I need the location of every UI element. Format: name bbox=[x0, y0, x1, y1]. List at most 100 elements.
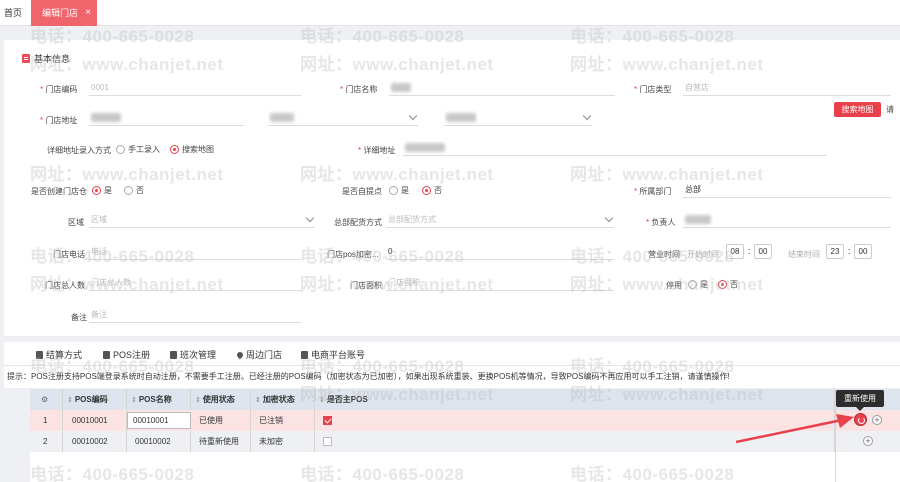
arrow-head bbox=[836, 414, 854, 428]
start-minute-input[interactable]: 00 bbox=[754, 244, 772, 259]
tab-settlement-label: 结算方式 bbox=[46, 350, 83, 360]
tab-edit-store[interactable]: 编辑门店 × bbox=[31, 0, 97, 26]
delivery-select[interactable]: 总部配货方式 bbox=[386, 212, 614, 228]
time-colon: : bbox=[848, 246, 851, 256]
area-label: 门店面积 bbox=[350, 281, 382, 290]
account-icon bbox=[301, 350, 308, 359]
time-colon: : bbox=[748, 246, 751, 256]
arrow-shaft bbox=[735, 418, 843, 444]
phone-label: 门店电话 bbox=[53, 250, 85, 259]
tab-nearby-label: 周边门店 bbox=[246, 350, 283, 360]
reuse-tooltip: 重新使用 bbox=[836, 390, 884, 411]
plus-icon[interactable]: + bbox=[863, 436, 873, 446]
radio-circle bbox=[124, 186, 133, 195]
disable-label: 停用 bbox=[666, 281, 682, 290]
area-field[interactable]: 门店面积 bbox=[386, 275, 614, 291]
calendar-icon bbox=[170, 350, 177, 359]
chevron-down-icon bbox=[305, 213, 315, 223]
store-type-field[interactable]: 自营店 bbox=[683, 80, 891, 96]
warehouse-yes-radio[interactable]: 是 bbox=[92, 185, 112, 196]
row-index: 1 bbox=[30, 410, 63, 431]
headcount-field[interactable]: 门店总人数 bbox=[89, 275, 301, 291]
start-time-label: 开始时间 bbox=[687, 250, 719, 259]
end-minute-input[interactable]: 00 bbox=[854, 244, 872, 259]
province-select[interactable] bbox=[89, 110, 244, 126]
detail-address-field[interactable] bbox=[403, 140, 827, 156]
store-name-label: 门店名称 bbox=[340, 84, 377, 95]
radio-circle bbox=[116, 145, 125, 154]
radio-no-label: 否 bbox=[434, 186, 442, 195]
manager-label: 负责人 bbox=[646, 217, 675, 228]
region-placeholder: 区域 bbox=[91, 215, 107, 224]
disable-yes-radio[interactable]: 是 bbox=[688, 279, 708, 290]
manager-field[interactable] bbox=[683, 212, 891, 228]
radio-circle bbox=[389, 186, 398, 195]
region-label: 区域 bbox=[68, 218, 84, 227]
department-field[interactable]: 总部 bbox=[683, 182, 891, 198]
radio-no-label: 否 bbox=[136, 186, 144, 195]
gear-icon[interactable]: ⚙ bbox=[30, 389, 63, 410]
redacted-value bbox=[446, 113, 476, 123]
plus-icon[interactable]: + bbox=[872, 415, 882, 425]
region-select[interactable]: 区域 bbox=[89, 212, 315, 228]
monitor-icon bbox=[103, 350, 110, 359]
chevron-down-icon bbox=[604, 213, 614, 223]
tab-shift[interactable]: 班次管理 bbox=[170, 348, 216, 361]
col-pos-name[interactable]: POS名称 bbox=[127, 389, 191, 410]
radio-manual-label: 手工录入 bbox=[128, 145, 160, 154]
hours-label: 营业时间 bbox=[648, 250, 680, 259]
chevron-down-icon bbox=[408, 111, 418, 121]
remark-field[interactable]: 备注 bbox=[89, 307, 301, 323]
table-empty-area bbox=[30, 452, 900, 482]
tab-ecommerce-label: 电商平台账号 bbox=[311, 350, 366, 360]
settlement-icon bbox=[36, 350, 43, 359]
section-title: 基本信息 bbox=[34, 54, 71, 64]
col-encrypt[interactable]: 加密状态 bbox=[251, 389, 315, 410]
close-icon[interactable]: × bbox=[85, 0, 91, 26]
tab-settlement[interactable]: 结算方式 bbox=[36, 348, 82, 361]
remark-label: 备注 bbox=[71, 313, 87, 322]
store-code-field[interactable]: 0001 bbox=[89, 80, 301, 96]
phone-field[interactable]: 电话 bbox=[89, 244, 301, 260]
radio-circle-selected bbox=[422, 186, 431, 195]
tab-shift-label: 班次管理 bbox=[180, 350, 217, 360]
map-tip: 请 bbox=[886, 105, 894, 114]
radio-yes-label: 是 bbox=[401, 186, 409, 195]
tab-home[interactable]: 首页 bbox=[0, 0, 26, 26]
radio-yes-label: 是 bbox=[104, 186, 112, 195]
detail-address-label: 详细地址 bbox=[358, 145, 395, 156]
start-hour-input[interactable]: 08 bbox=[726, 244, 744, 259]
encrypt-cell: 已注销 bbox=[251, 410, 315, 431]
tab-pos-register[interactable]: POS注册 bbox=[103, 348, 150, 361]
col-pos-code[interactable]: POS编码 bbox=[63, 389, 127, 410]
search-map-button[interactable]: 搜索地图 bbox=[834, 102, 881, 117]
department-label: 所属部门 bbox=[634, 186, 671, 197]
pos-encrypt-field[interactable]: 0 bbox=[386, 244, 614, 260]
radio-circle-selected bbox=[92, 186, 101, 195]
store-type-label: 门店类型 bbox=[634, 84, 671, 95]
col-usage[interactable]: 使用状态 bbox=[191, 389, 251, 410]
radio-yes-label: 是 bbox=[700, 280, 708, 289]
main-pos-checkbox[interactable] bbox=[323, 437, 332, 447]
warehouse-no-radio[interactable]: 否 bbox=[124, 185, 144, 196]
district-select[interactable] bbox=[444, 110, 592, 126]
main-pos-checkbox[interactable] bbox=[323, 416, 332, 426]
col-main-pos[interactable]: 是否主POS bbox=[315, 389, 835, 410]
redacted-value bbox=[270, 113, 294, 123]
pickup-yes-radio[interactable]: 是 bbox=[389, 185, 409, 196]
pos-tip: 提示：POS注册支持POS端登录系统时自动注册，不需要手工注册。已经注册的POS… bbox=[4, 366, 900, 388]
radio-manual[interactable]: 手工录入 bbox=[116, 144, 160, 155]
disable-no-radio[interactable]: 否 bbox=[718, 279, 738, 290]
headcount-label: 门店总人数 bbox=[45, 281, 85, 290]
tab-ecommerce[interactable]: 电商平台账号 bbox=[301, 348, 365, 361]
pickup-no-radio[interactable]: 否 bbox=[422, 185, 442, 196]
end-hour-input[interactable]: 23 bbox=[826, 244, 844, 259]
radio-search-map[interactable]: 搜索地图 bbox=[170, 144, 214, 155]
detail-tabs: 结算方式 POS注册 班次管理 周边门店 电商平台账号 bbox=[4, 342, 900, 366]
usage-cell: 已使用 bbox=[191, 410, 251, 431]
delivery-label: 总部配货方式 bbox=[334, 218, 382, 227]
tab-nearby-stores[interactable]: 周边门店 bbox=[235, 348, 283, 361]
city-select[interactable] bbox=[268, 110, 418, 126]
pos-name-input[interactable]: 00010001 bbox=[127, 412, 191, 429]
store-name-field[interactable] bbox=[389, 80, 615, 96]
